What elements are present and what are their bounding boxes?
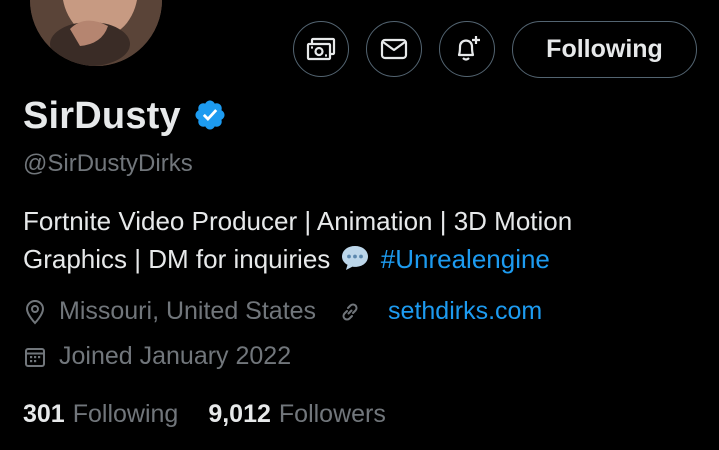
message-button[interactable] <box>366 21 422 77</box>
mail-icon <box>380 37 408 61</box>
website-link[interactable]: sethdirks.com <box>388 297 542 326</box>
joined-text: Joined January 2022 <box>59 342 292 370</box>
followers-label: Followers <box>278 400 386 428</box>
bio-line-1: Fortnite Video Producer | Animation | 3D… <box>23 206 573 236</box>
handle: @SirDustyDirks <box>23 150 193 177</box>
speech-bubble-icon <box>340 244 370 282</box>
location-pin-icon <box>23 299 59 325</box>
link-icon <box>338 300 374 324</box>
bio-line-2: Graphics | DM for inquiries #Unrealengin… <box>23 240 703 282</box>
bio: Fortnite Video Producer | Animation | 3D… <box>23 202 703 282</box>
following-label: Following <box>72 400 179 428</box>
followers-stat[interactable]: 9,012 Followers <box>208 400 386 429</box>
money-icon <box>306 36 336 62</box>
verified-badge-icon[interactable] <box>193 98 227 137</box>
display-name: SirDusty <box>23 95 181 137</box>
location-row: Missouri, United States sethdirks.com <box>23 297 542 326</box>
joined-row: Joined January 2022 <box>23 342 291 371</box>
location-text: Missouri, United States <box>59 297 317 325</box>
following-stat[interactable]: 301 Following <box>23 400 178 429</box>
calendar-icon <box>23 345 59 369</box>
following-count: 301 <box>23 400 65 428</box>
bio-line-2-text: Graphics | DM for inquiries <box>23 244 331 274</box>
notify-button[interactable] <box>439 21 495 77</box>
followers-count: 9,012 <box>208 400 271 428</box>
stats-row: 301 Following 9,012 Followers <box>23 400 386 429</box>
hashtag-link[interactable]: #Unrealengine <box>381 244 550 274</box>
name-row: SirDusty <box>23 95 227 138</box>
bell-plus-icon <box>451 33 483 65</box>
tip-button[interactable] <box>293 21 349 77</box>
following-button[interactable]: Following <box>512 21 697 78</box>
avatar[interactable] <box>26 0 166 70</box>
